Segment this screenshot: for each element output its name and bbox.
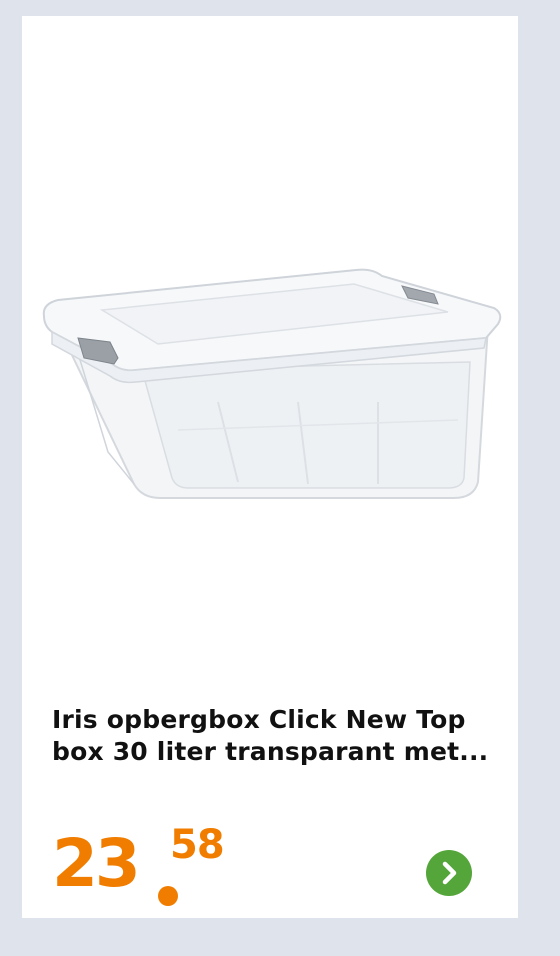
next-button[interactable]	[426, 850, 472, 896]
price-integer: 23	[52, 825, 141, 902]
product-title[interactable]: Iris opbergbox Click New Top box 30 lite…	[52, 704, 492, 768]
price-decimal-dot	[158, 886, 178, 906]
chevron-right-icon	[442, 861, 457, 885]
price-decimal: 58	[170, 822, 225, 868]
product-image[interactable]	[38, 252, 504, 514]
product-card[interactable]: Iris opbergbox Click New Top box 30 lite…	[22, 16, 518, 918]
